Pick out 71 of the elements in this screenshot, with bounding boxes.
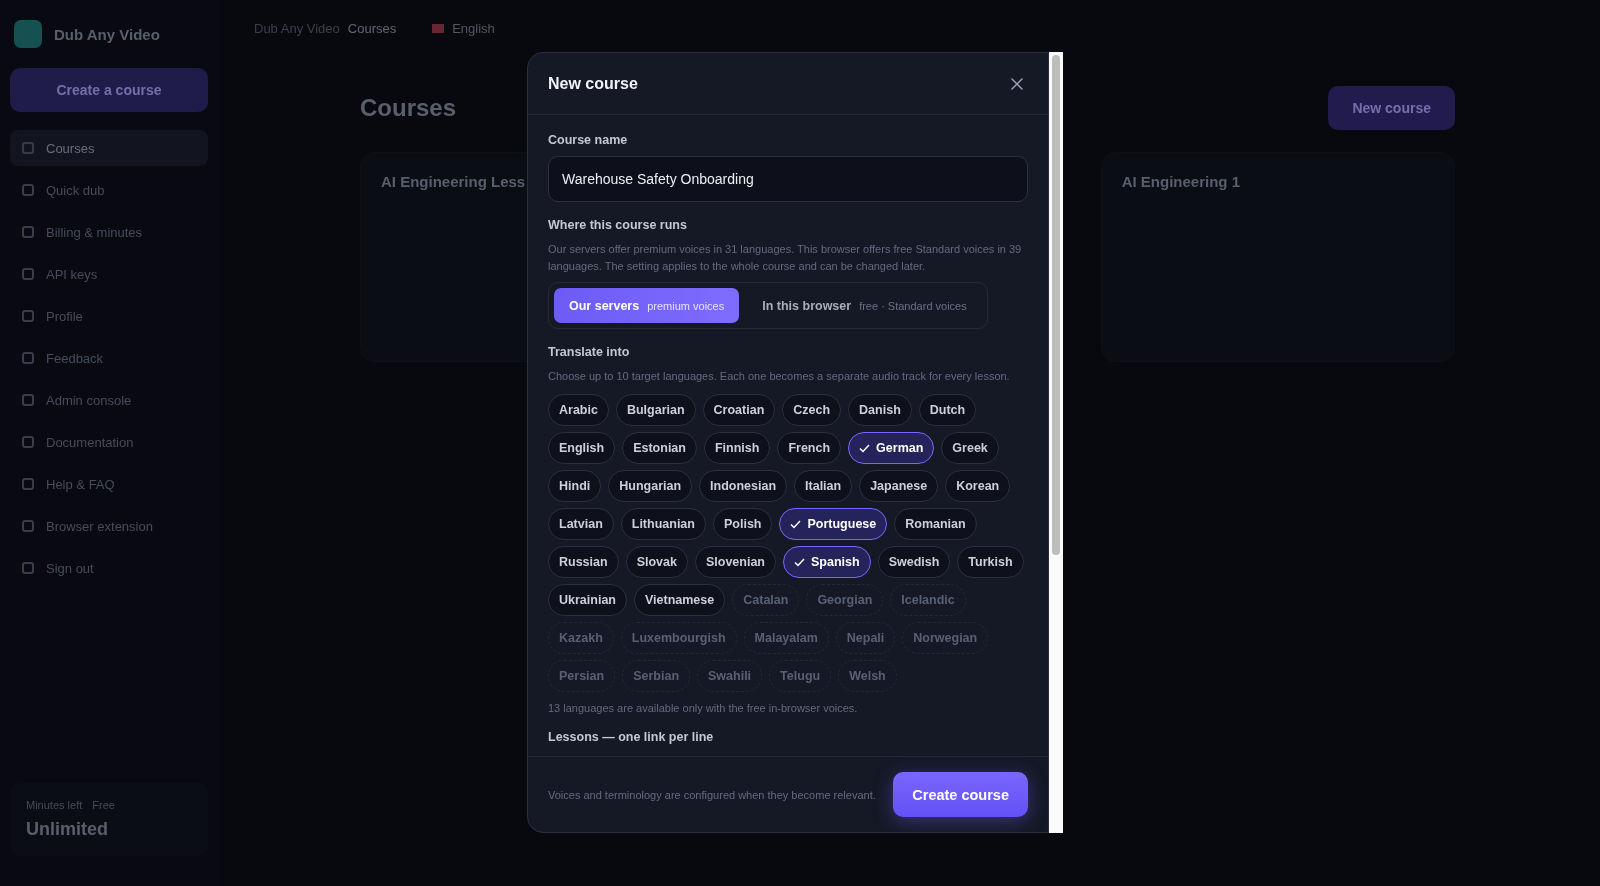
- section-label: Translate into: [548, 345, 631, 359]
- nav-icon: [22, 226, 34, 238]
- language-chip[interactable]: Slovenian: [694, 546, 776, 578]
- field-label: Course name: [548, 133, 629, 147]
- create-course-button[interactable]: Create course: [893, 772, 1028, 817]
- dialog-title: New course: [548, 74, 638, 93]
- minutes-value: Unlimited: [26, 819, 109, 840]
- language-chip[interactable]: Hungarian: [608, 470, 693, 502]
- minutes-label: Minutes left: [26, 799, 83, 811]
- help-text: Choose up to 10 target languages. Each one becomes a separate audio track for every lesson.: [548, 369, 1011, 384]
- nav-icon: [22, 310, 34, 322]
- check-icon: [859, 443, 871, 453]
- breadcrumb-item[interactable]: Courses: [347, 20, 397, 36]
- language-chip[interactable]: Ukrainian: [548, 584, 627, 616]
- language-chip[interactable]: Indonesian: [699, 470, 788, 502]
- language-chip[interactable]: Hindi: [548, 470, 602, 502]
- language-chip[interactable]: Italian: [794, 470, 853, 502]
- runs-option[interactable]: Our servers premium voices: [554, 288, 740, 323]
- brand-name: Dub Any Video: [54, 25, 160, 43]
- language-chip[interactable]: English: [548, 432, 616, 464]
- language-chip[interactable]: Greek: [941, 432, 999, 464]
- section-label: Lessons — one link per line: [548, 730, 715, 744]
- help-text: 13 languages are available only with the free in-browser voices.: [548, 702, 859, 714]
- language-chip[interactable]: Latvian: [548, 508, 614, 540]
- language-chip[interactable]: Dutch: [918, 394, 977, 426]
- language-chip[interactable]: Turkish: [957, 546, 1024, 578]
- language-chip[interactable]: Estonian: [622, 432, 697, 464]
- course-name-field[interactable]: Warehouse Safety Onboarding: [548, 156, 1028, 202]
- language-chip[interactable]: Polish: [712, 508, 773, 540]
- language-chip[interactable]: Swedish: [877, 546, 951, 578]
- nav-icon: [22, 268, 34, 280]
- check-icon: [790, 519, 802, 529]
- nav-icon: [22, 352, 34, 364]
- footer-note: Voices and terminology are configured when they become relevant.: [548, 788, 876, 801]
- nav-icon: [22, 436, 34, 448]
- nav-icon: [22, 142, 34, 154]
- language-chip[interactable]: Korean: [945, 470, 1011, 502]
- nav-icon: [22, 478, 34, 490]
- language-chip[interactable]: Japanese: [859, 470, 939, 502]
- section-label: Where this course runs: [548, 218, 688, 232]
- nav-icon: [22, 394, 34, 406]
- language-chip[interactable]: French: [777, 432, 842, 464]
- check-icon: [794, 557, 805, 567]
- language-chip[interactable]: Danish: [848, 394, 912, 426]
- language-chip[interactable]: Bulgarian: [615, 394, 696, 426]
- language-chip[interactable]: Portuguese: [779, 508, 888, 540]
- language-chip[interactable]: Arabic: [548, 394, 609, 426]
- language-chip[interactable]: Russian: [548, 546, 619, 578]
- help-text: Our servers offer premium voices in 31 languages. This browser offers free Standard voices in 39 languages. The setting applies to the whole course and can be changed later.: [548, 242, 1023, 274]
- close-icon: [1010, 76, 1024, 91]
- flag-icon: [432, 23, 445, 33]
- language-chip[interactable]: Romanian: [894, 508, 977, 540]
- plan-label: Free: [92, 799, 115, 811]
- language-chip[interactable]: Finnish: [703, 432, 771, 464]
- scrollbar[interactable]: [1049, 52, 1063, 833]
- nav-icon: [22, 520, 34, 532]
- page-title: Courses: [360, 94, 457, 122]
- language-chip[interactable]: German: [848, 432, 935, 464]
- language-chip[interactable]: Vietnamese: [633, 584, 726, 616]
- nav-item[interactable]: Courses: [10, 130, 208, 166]
- language-chip[interactable]: Czech: [782, 394, 842, 426]
- card-title: AI Engineering Less: [381, 173, 526, 190]
- nav-icon: [22, 184, 34, 196]
- logo-icon: [14, 20, 42, 48]
- language-chip[interactable]: Spanish: [783, 546, 871, 578]
- language-chip[interactable]: Lithuanian: [620, 508, 706, 540]
- nav-icon: [22, 562, 34, 574]
- card-title: AI Engineering 1: [1121, 173, 1240, 190]
- runs-option[interactable]: In this browser free · Standard voices: [747, 288, 982, 323]
- language-chip[interactable]: Slovak: [625, 546, 688, 578]
- language-chip[interactable]: Croatian: [702, 394, 776, 426]
